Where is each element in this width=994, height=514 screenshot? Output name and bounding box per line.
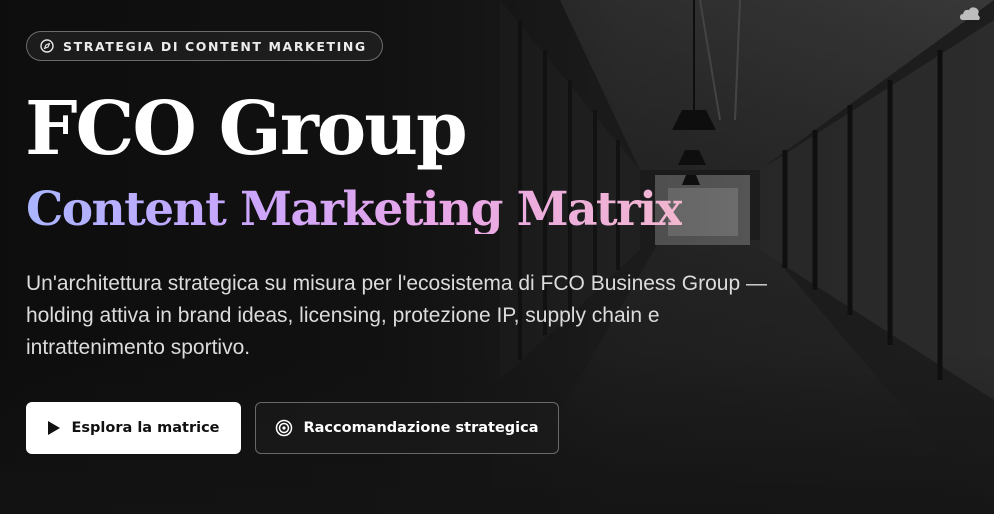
strategic-recommendation-label: Raccomandazione strategica xyxy=(303,420,539,436)
play-icon xyxy=(47,420,61,436)
hero-title: FCO Group xyxy=(25,86,468,172)
strategic-recommendation-button[interactable]: Raccomandazione strategica xyxy=(255,402,559,454)
target-icon xyxy=(275,419,293,437)
section-badge: STRATEGIA DI CONTENT MARKETING xyxy=(26,31,383,61)
explore-matrix-button[interactable]: Esplora la matrice xyxy=(26,402,241,454)
cloud-icon xyxy=(960,7,980,20)
hero-description: Un'architettura strategica su misura per… xyxy=(26,272,767,359)
explore-matrix-label: Esplora la matrice xyxy=(71,420,220,436)
hero-subtitle: Content Marketing Matrix xyxy=(26,182,683,237)
badge-label: STRATEGIA DI CONTENT MARKETING xyxy=(63,38,367,54)
compass-icon xyxy=(40,39,54,53)
